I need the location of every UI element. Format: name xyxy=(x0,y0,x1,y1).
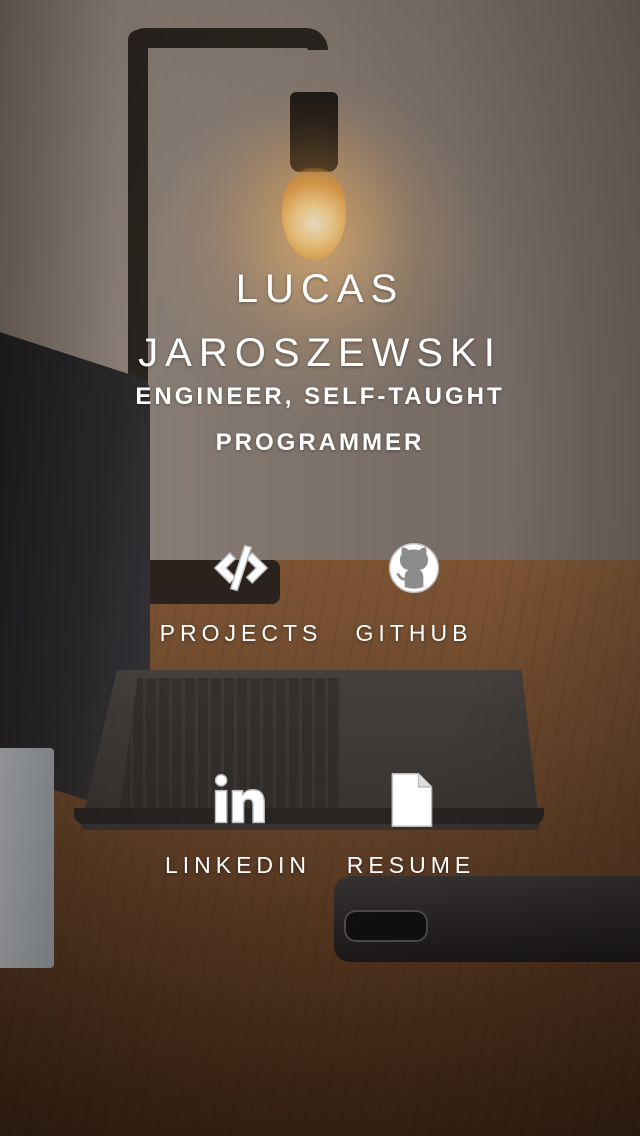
github-icon xyxy=(388,542,440,594)
linkedin-link[interactable]: LINKEDIN xyxy=(138,770,338,879)
projects-link[interactable]: PROJECTS xyxy=(141,538,341,647)
name-first: LUCAS xyxy=(235,266,405,311)
tagline: ENGINEER, SELF-TAUGHT PROGRAMMER xyxy=(0,374,640,466)
tagline-line-2: PROGRAMMER xyxy=(215,429,425,456)
projects-label: PROJECTS xyxy=(159,620,323,646)
resume-label: RESUME xyxy=(346,852,476,878)
document-icon xyxy=(391,773,433,827)
code-icon xyxy=(213,544,269,592)
resume-link[interactable]: RESUME xyxy=(311,770,511,879)
linkedin-label: LINKEDIN xyxy=(164,852,312,878)
github-link[interactable]: GITHUB xyxy=(314,538,514,647)
linkedin-icon xyxy=(214,773,265,824)
page-title: LUCAS JAROSZEWSKI xyxy=(0,257,640,385)
landing-content: LUCAS JAROSZEWSKI ENGINEER, SELF-TAUGHT … xyxy=(0,0,640,1136)
github-label: GITHUB xyxy=(355,620,473,646)
tagline-line-1: ENGINEER, SELF-TAUGHT xyxy=(135,383,505,410)
